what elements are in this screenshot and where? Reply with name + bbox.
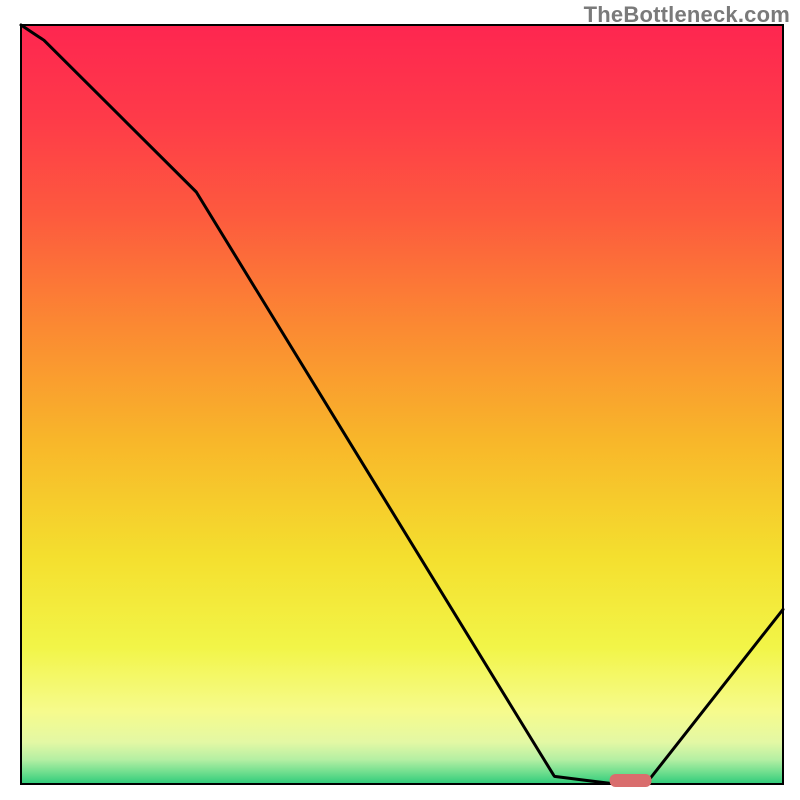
bottleneck-chart bbox=[0, 0, 800, 800]
optimal-marker bbox=[610, 774, 652, 787]
chart-container: TheBottleneck.com bbox=[0, 0, 800, 800]
plot-background bbox=[21, 25, 783, 784]
